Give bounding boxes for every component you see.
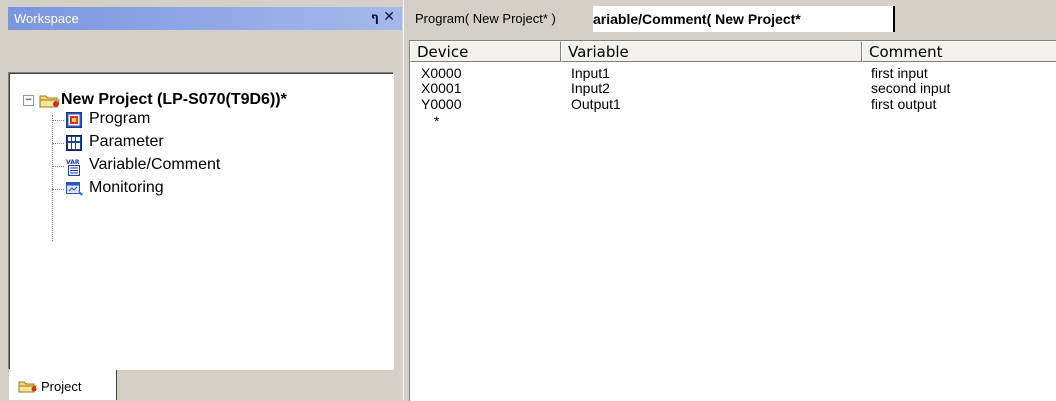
project-folder-icon bbox=[18, 379, 38, 398]
tree-item-label: Parameter bbox=[89, 133, 164, 150]
workspace-pane: Workspace ף ✕ − New Project (LP-S070(T9D… bbox=[0, 0, 403, 400]
grid-header: Device Variable Comment bbox=[410, 41, 1056, 64]
workspace-header-area bbox=[8, 38, 394, 71]
tab-project[interactable]: Project bbox=[9, 370, 117, 400]
cell-variable[interactable]: Output1 bbox=[571, 96, 621, 112]
cell-comment[interactable]: first output bbox=[871, 96, 936, 112]
workspace-title: Workspace bbox=[14, 11, 79, 26]
project-folder-icon bbox=[39, 93, 61, 113]
pin-icon[interactable]: ף bbox=[371, 10, 379, 24]
svg-text:VAR: VAR bbox=[66, 159, 80, 166]
tab-variable-comment[interactable]: ariable/Comment( New Project* bbox=[593, 6, 895, 32]
cell-comment[interactable]: second input bbox=[871, 80, 950, 96]
tree-item-label: Program bbox=[89, 110, 151, 127]
cell-variable[interactable]: Input1 bbox=[571, 65, 610, 81]
table-row[interactable]: X0001 Input2 second input bbox=[410, 80, 1056, 96]
tree-root-label: New Project (LP-S070(T9D6))* bbox=[61, 91, 287, 108]
cell-variable[interactable]: Input2 bbox=[571, 80, 610, 96]
tab-project-label: Project bbox=[41, 379, 82, 394]
column-header-comment[interactable]: Comment bbox=[862, 41, 1056, 62]
monitoring-icon bbox=[66, 181, 83, 197]
tab-variable-comment-label: ariable/Comment( New Project* bbox=[593, 11, 801, 27]
collapse-icon[interactable]: − bbox=[23, 95, 34, 106]
variable-comment-icon: VAR bbox=[66, 158, 82, 176]
tab-program[interactable]: Program( New Project* ) bbox=[415, 7, 556, 35]
pane-splitter[interactable] bbox=[403, 0, 408, 400]
column-header-device[interactable]: Device bbox=[410, 41, 561, 62]
program-icon bbox=[66, 112, 82, 128]
close-icon[interactable]: ✕ bbox=[383, 9, 395, 25]
document-tab-bar: Program( New Project* ) ariable/Comment(… bbox=[407, 0, 1056, 38]
workspace-title-bar[interactable]: Workspace ף ✕ bbox=[8, 7, 402, 30]
new-row[interactable]: * bbox=[410, 113, 1056, 129]
tree-connector bbox=[52, 115, 53, 241]
column-header-variable[interactable]: Variable bbox=[561, 41, 862, 62]
project-tree: − New Project (LP-S070(T9D6))* Program P… bbox=[8, 72, 394, 370]
cell-device[interactable]: X0000 bbox=[421, 65, 461, 81]
table-row[interactable]: X0000 Input1 first input bbox=[410, 65, 1056, 81]
table-row[interactable]: Y0000 Output1 first output bbox=[410, 96, 1056, 112]
new-row-marker: * bbox=[434, 113, 440, 129]
cell-device[interactable]: Y0000 bbox=[421, 96, 461, 112]
tree-item-label: Variable/Comment bbox=[89, 156, 221, 173]
tree-item-label: Monitoring bbox=[89, 179, 164, 196]
variable-comment-grid: Device Variable Comment X0000 Input1 fir… bbox=[409, 40, 1056, 401]
cell-device[interactable]: X0001 bbox=[421, 80, 461, 96]
tab-program-label: Program( New Project* ) bbox=[415, 11, 556, 26]
parameter-icon bbox=[66, 135, 82, 151]
cell-comment[interactable]: first input bbox=[871, 65, 928, 81]
